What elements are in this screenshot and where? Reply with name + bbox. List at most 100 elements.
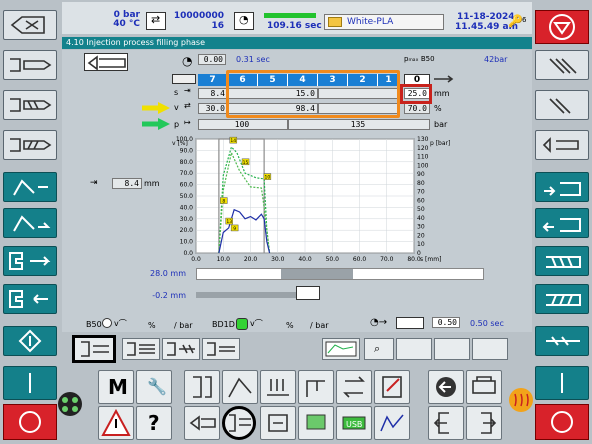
side-btn-nozzle-back[interactable]: [3, 10, 57, 40]
pressure-zone-6[interactable]: 100: [198, 119, 288, 130]
chart-x-tick: 20.0: [244, 256, 258, 263]
svg-text:USB: USB: [346, 420, 362, 429]
speed-zone-0[interactable]: 70.0: [404, 103, 430, 114]
delay-actual: 0.50 sec: [470, 319, 504, 328]
usb-button[interactable]: USB: [336, 406, 372, 440]
back-button[interactable]: [428, 370, 464, 404]
key-level: 6: [522, 16, 527, 24]
chart-y-left-tick: 20.0: [180, 227, 194, 234]
stroke-highlight: [400, 84, 432, 104]
side-btn-ejector[interactable]: [3, 326, 57, 356]
bd10-curve-icon: v⌒: [250, 319, 263, 328]
chart-y-right-tick: 50: [417, 206, 425, 213]
side-btn-heating-2[interactable]: [535, 90, 589, 120]
page-left-button[interactable]: [428, 406, 464, 440]
side-btn-carriage-back[interactable]: [535, 208, 589, 238]
toolbar-blank-3[interactable]: [472, 338, 508, 360]
cooling-button[interactable]: [260, 406, 296, 440]
manual-mode-button[interactable]: M: [98, 370, 134, 404]
chart-y-right-label: p [bar]: [430, 140, 450, 147]
injection-button[interactable]: [222, 406, 256, 440]
curve-button[interactable]: [374, 406, 410, 440]
side-btn-mold-open[interactable]: [3, 284, 57, 314]
cycle-button[interactable]: [336, 370, 372, 404]
injection-time-input[interactable]: 0.00: [198, 54, 226, 65]
notes-button[interactable]: [374, 370, 410, 404]
heating-button[interactable]: [260, 370, 296, 404]
print-button[interactable]: [466, 370, 502, 404]
side-btn-mold-close[interactable]: [3, 246, 57, 276]
toolbar-blank-2[interactable]: [434, 338, 470, 360]
status-date: 11-18-2024: [457, 12, 515, 22]
side-btn-heating-1[interactable]: [535, 50, 589, 80]
tab-holding-pressure[interactable]: [122, 338, 160, 360]
side-btn-stop[interactable]: [3, 404, 57, 440]
help-label: ?: [148, 411, 160, 435]
side-btn-injection-unit-up[interactable]: [3, 172, 57, 202]
mold-button[interactable]: [184, 370, 220, 404]
side-btn-injection-unit-down[interactable]: [3, 208, 57, 238]
emergency-stop-button[interactable]: [535, 10, 589, 44]
graph-view-button[interactable]: [322, 338, 360, 360]
tab-dosing[interactable]: [162, 338, 200, 360]
cooling-icon: [268, 414, 288, 432]
side-btn-start-right[interactable]: [535, 366, 589, 400]
chart-y-left-tick: 50.0: [180, 193, 194, 200]
settings-button[interactable]: [298, 406, 334, 440]
robot-button[interactable]: [298, 370, 334, 404]
page-right-button[interactable]: [466, 406, 502, 440]
status-dots-icon: [56, 390, 84, 418]
side-btn-screw-back[interactable]: [3, 90, 57, 120]
stroke-arrow-icon: ⇥: [184, 86, 191, 95]
material-field[interactable]: White-PLA: [324, 14, 444, 30]
side-btn-nozzle-forward[interactable]: [3, 50, 57, 80]
side-btn-screw-decompress[interactable]: [535, 284, 589, 314]
side-btn-screw-forward[interactable]: [3, 130, 57, 160]
side-btn-purge[interactable]: [535, 326, 589, 356]
tab-decompress[interactable]: [202, 338, 240, 360]
side-btn-start[interactable]: [3, 366, 57, 400]
screw-forward-icon: [10, 138, 52, 152]
side-btn-carriage-forward[interactable]: [535, 172, 589, 202]
zones-highlight: [226, 70, 400, 118]
side-btn-stop-right[interactable]: [535, 404, 589, 440]
chart-y-right-tick: 20: [417, 232, 425, 239]
start-line-icon: [561, 373, 563, 393]
chart-x-tick: 30.0: [271, 256, 285, 263]
ejector-button[interactable]: [222, 370, 258, 404]
bd10-unit1: %: [286, 321, 294, 330]
stroke-zone-7[interactable]: 8.4: [198, 88, 228, 99]
folder-icon: [328, 17, 342, 27]
side-btn-screw-rotate[interactable]: [535, 246, 589, 276]
pmax-label: pₘₐₓ B50: [404, 55, 435, 63]
toolbar-blank-1[interactable]: [396, 338, 432, 360]
chart-marker-label: 8: [222, 199, 225, 205]
side-btn-nozzle-heat[interactable]: [535, 130, 589, 160]
injection-chart: 0.0 10.0 20.0 30.0 40.0 50.0 60.0 70.0 80.0 90.0 1…: [146, 133, 476, 267]
bd10-toggle[interactable]: [236, 318, 248, 330]
b50-radio[interactable]: [102, 318, 112, 328]
heating-status-icon: [506, 386, 536, 414]
b50-unit1: %: [148, 321, 156, 330]
usb-icon: USB: [342, 416, 366, 430]
counter-top: 10000000: [173, 11, 224, 21]
pressure-zone-1[interactable]: 135: [288, 119, 430, 130]
nozzle-button[interactable]: [184, 406, 220, 440]
zoom-button[interactable]: ⌕: [364, 338, 394, 360]
tools-button[interactable]: 🔧: [136, 370, 172, 404]
chart-x-tick: 50.0: [326, 256, 340, 263]
help-button[interactable]: ?: [136, 406, 172, 440]
injection-time-actual: 0.31 sec: [236, 55, 270, 64]
tab-injection-filling[interactable]: [72, 335, 116, 363]
switchover-input[interactable]: 8.4: [112, 178, 142, 189]
screw-graphic-icon: [281, 269, 353, 279]
page-left-icon: [433, 412, 449, 434]
speed-zone-7[interactable]: 30.0: [198, 103, 228, 114]
delay-input[interactable]: 0.50: [432, 317, 460, 328]
alarm-button[interactable]: [98, 406, 134, 440]
zone-7[interactable]: 7: [198, 74, 228, 86]
heating-icon: [267, 379, 289, 396]
delay-timer-icon: ◔→: [370, 317, 388, 328]
printer-icon: [472, 376, 496, 394]
nozzle-forward-icon: [10, 58, 52, 72]
